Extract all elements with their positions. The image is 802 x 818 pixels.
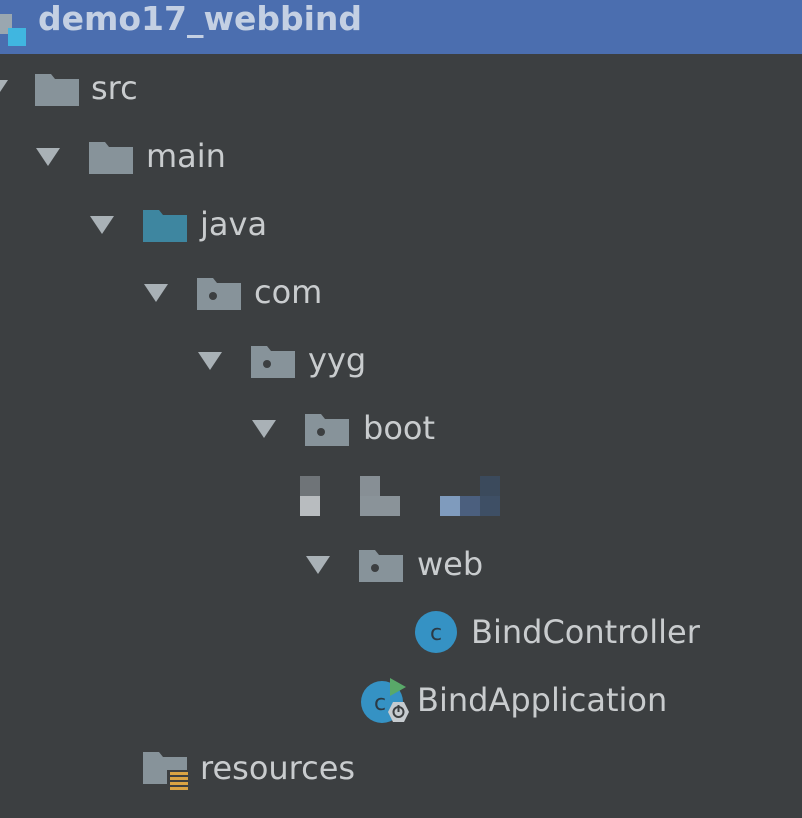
package-icon [197, 278, 241, 310]
tree-node-label: src [91, 69, 138, 107]
project-title: demo17_webbind [38, 0, 363, 38]
tree-node-boot[interactable]: boot [0, 394, 802, 462]
tree-node-bindapplication[interactable]: c BindApplication [0, 666, 802, 734]
package-icon [305, 414, 349, 446]
expand-arrow-icon[interactable] [196, 350, 224, 372]
tree-node-java[interactable]: java [0, 190, 802, 258]
tree-node-label: boot [363, 409, 436, 447]
tree-node-label: java [200, 205, 268, 243]
svg-text:c: c [430, 621, 442, 646]
tree-node-src[interactable]: src [0, 54, 802, 122]
obscured-row-icon [300, 476, 500, 516]
tree-node-label: com [254, 273, 323, 311]
resources-folder-icon [143, 752, 189, 790]
folder-icon [35, 74, 79, 106]
expand-arrow-icon[interactable] [88, 214, 116, 236]
expand-arrow-icon[interactable] [142, 282, 170, 304]
tree-node-label: resources [200, 749, 356, 787]
tree-node-bindcontroller[interactable]: c BindController [0, 598, 802, 666]
spring-boot-application-icon: c [361, 678, 409, 723]
svg-text:c: c [374, 691, 386, 716]
project-module-icon [0, 14, 26, 46]
tree-node-label: main [146, 137, 226, 175]
project-header[interactable]: demo17_webbind [0, 0, 802, 54]
tree-node-resources[interactable]: resources [0, 734, 802, 802]
expand-arrow-icon[interactable] [34, 146, 62, 168]
package-icon [359, 550, 403, 582]
tree-node-web[interactable]: web [0, 530, 802, 598]
expand-arrow-icon[interactable] [304, 554, 332, 576]
tree-node-yyg[interactable]: yyg [0, 326, 802, 394]
tree-node-obscured[interactable] [0, 462, 802, 530]
project-tree: src main java com yyg boot web c BindCon… [0, 54, 802, 818]
package-icon [251, 346, 295, 378]
source-root-folder-icon [143, 210, 187, 242]
folder-icon [89, 142, 133, 174]
tree-node-label: BindApplication [417, 681, 668, 719]
tree-node-label: yyg [308, 341, 367, 379]
expand-arrow-icon[interactable] [0, 78, 10, 100]
java-class-icon: c [415, 611, 457, 653]
tree-node-label: web [417, 545, 484, 583]
expand-arrow-icon[interactable] [250, 418, 278, 440]
tree-node-com[interactable]: com [0, 258, 802, 326]
tree-node-label: BindController [471, 613, 700, 651]
tree-node-main[interactable]: main [0, 122, 802, 190]
